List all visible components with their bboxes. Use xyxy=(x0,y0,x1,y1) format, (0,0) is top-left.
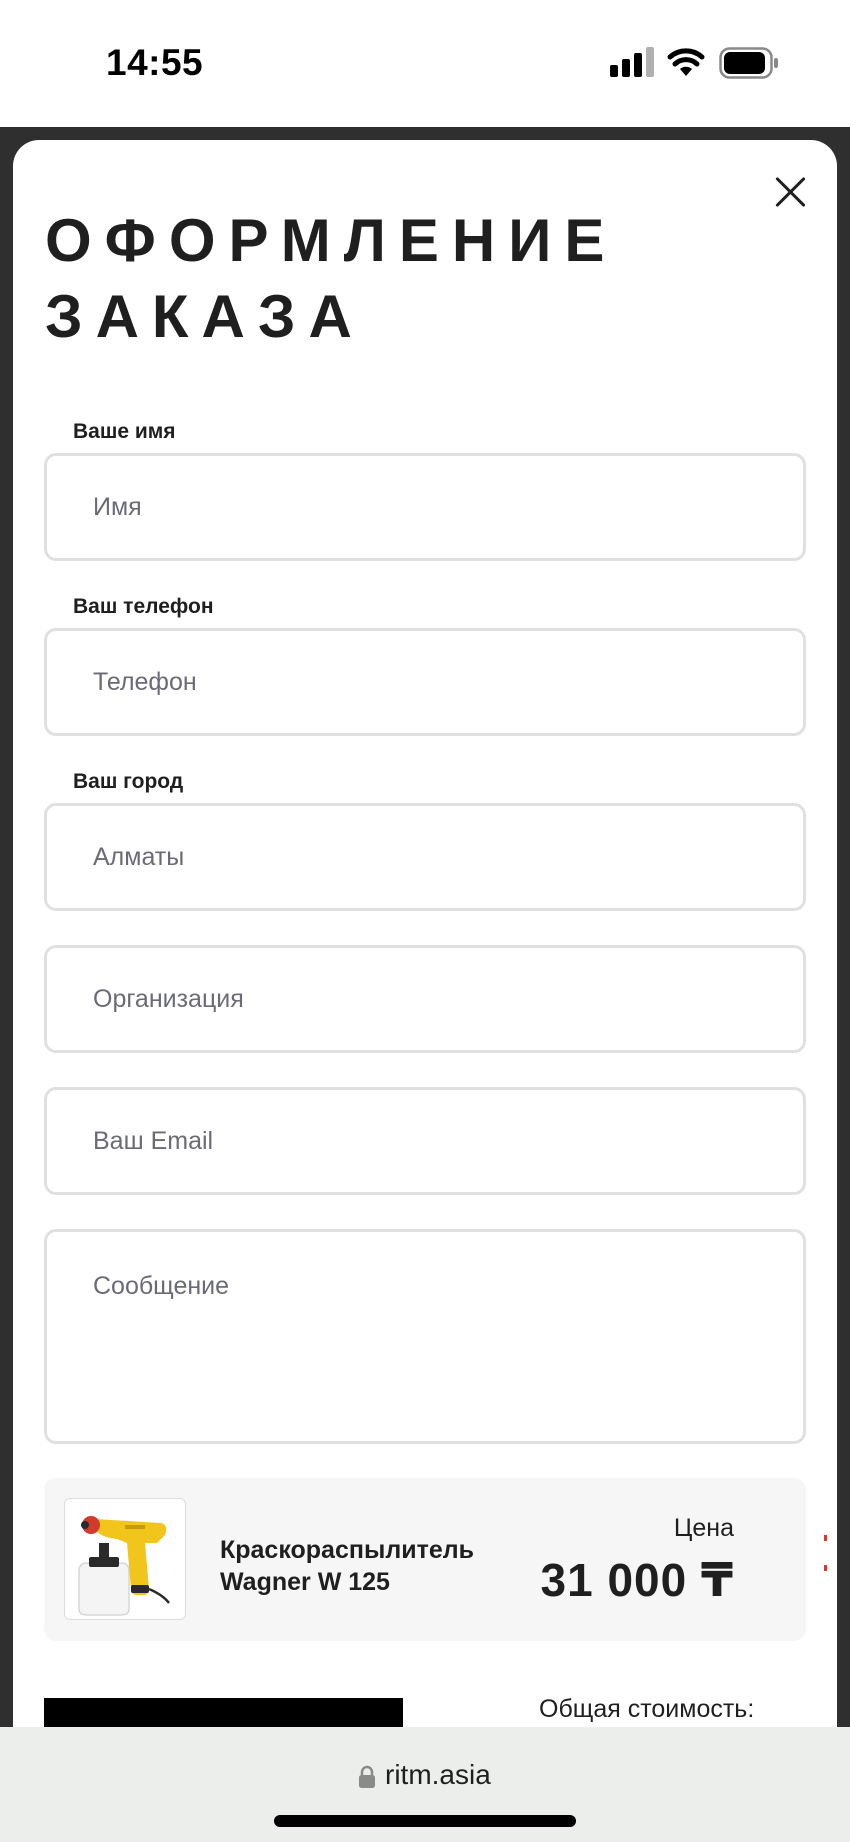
city-field-wrapper xyxy=(44,803,806,911)
home-indicator xyxy=(274,1815,576,1827)
organization-field-wrapper xyxy=(44,945,806,1053)
spray-gun-image xyxy=(64,1498,186,1620)
product-card: Краскораспылитель Wagner W 125 Цена 31 0… xyxy=(44,1478,806,1641)
url-text[interactable]: ritm.asia xyxy=(385,1759,491,1791)
name-label: Ваше имя xyxy=(73,420,176,443)
lock-icon xyxy=(359,1765,375,1788)
phone-field-wrapper xyxy=(44,628,806,736)
battery-icon xyxy=(719,47,778,79)
status-time: 14:55 xyxy=(106,42,204,83)
city-input[interactable] xyxy=(47,806,803,908)
message-field-wrapper xyxy=(44,1229,806,1444)
signal-icon xyxy=(610,47,654,77)
wifi-icon xyxy=(667,48,705,76)
product-name: Краскораспылитель Wagner W 125 xyxy=(220,1536,474,1596)
name-input[interactable] xyxy=(47,456,803,558)
price-label: Цена xyxy=(673,1514,734,1542)
name-field-wrapper xyxy=(44,453,806,561)
email-field-wrapper xyxy=(44,1087,806,1195)
email-input[interactable] xyxy=(47,1090,803,1192)
total-label: Общая стоимость: xyxy=(539,1695,755,1723)
message-textarea[interactable] xyxy=(47,1232,803,1441)
organization-input[interactable] xyxy=(47,948,803,1050)
page-title: ОФОРМЛЕНИЕ ЗАКАЗА xyxy=(45,207,618,350)
phone-label: Ваш телефон xyxy=(73,595,214,618)
close-icon[interactable] xyxy=(768,170,814,216)
city-label: Ваш город xyxy=(73,770,184,793)
browser-address-bar[interactable]: ritm.asia xyxy=(0,1727,850,1842)
phone-input[interactable] xyxy=(47,631,803,733)
scroll-edge-marks xyxy=(824,1535,827,1571)
status-bar: 14:55 xyxy=(0,0,850,127)
price-value: 31 000 ₸ xyxy=(540,1554,734,1606)
